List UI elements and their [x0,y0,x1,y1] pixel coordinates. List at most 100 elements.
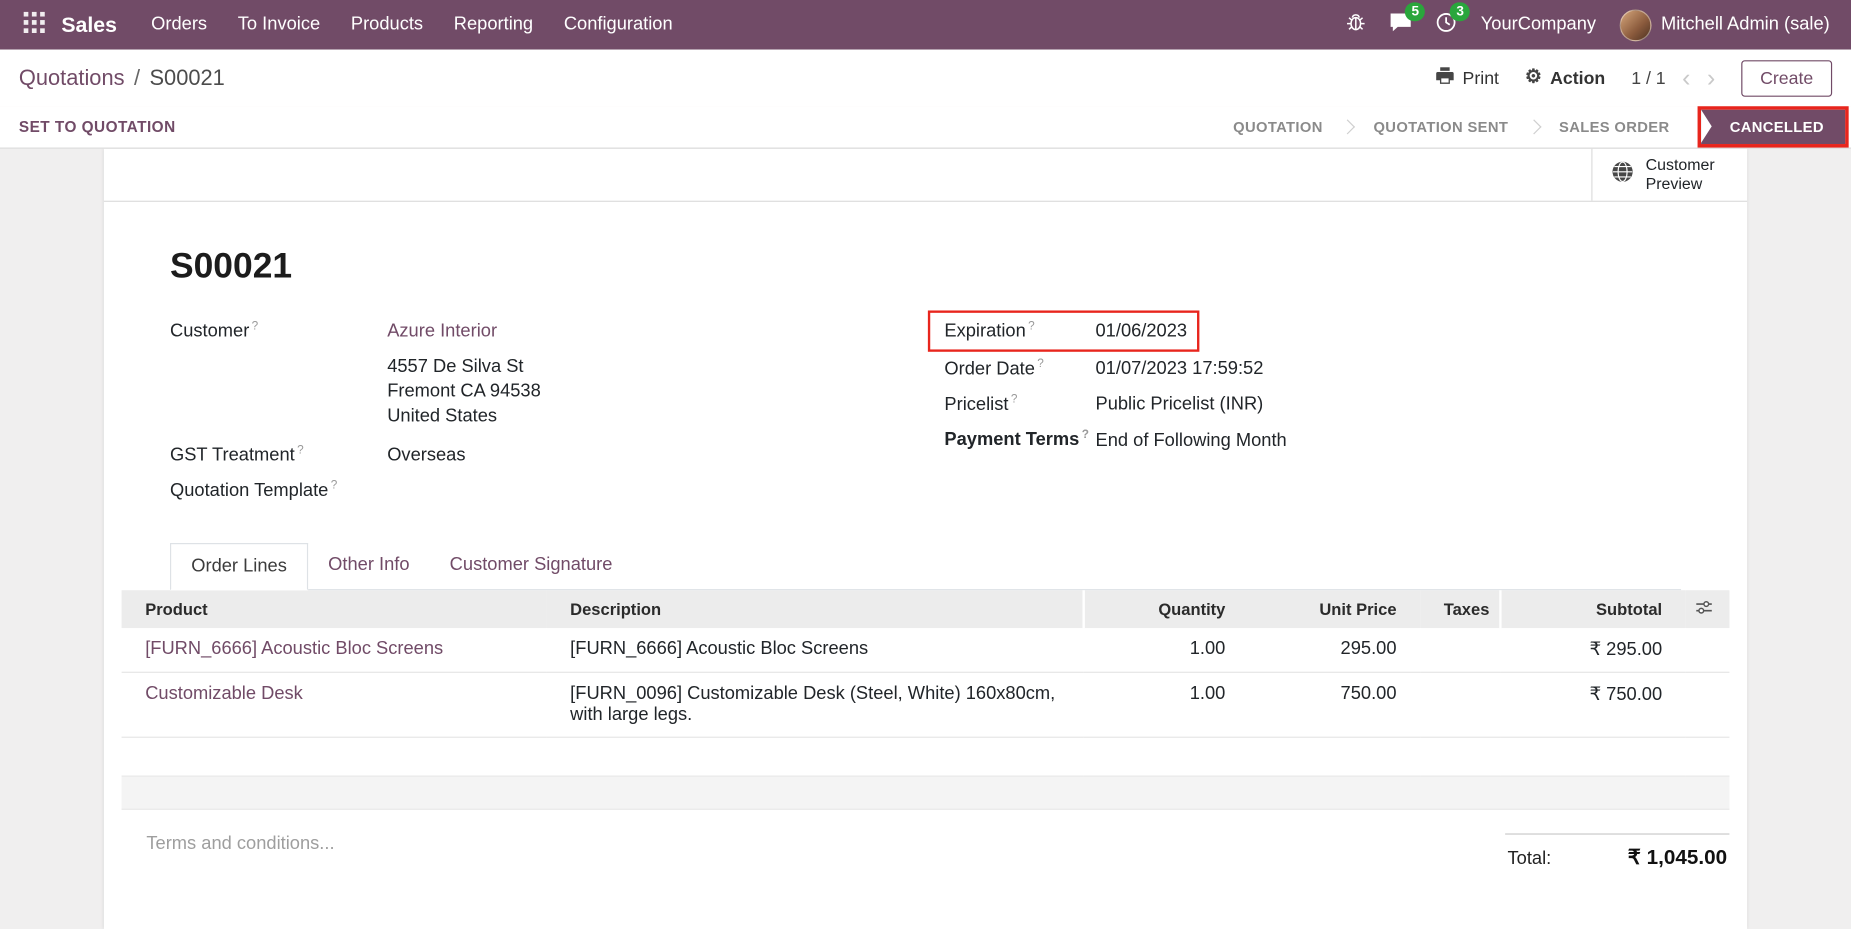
gst-treatment-value: Overseas [387,445,465,466]
activities-badge: 3 [1450,2,1470,21]
menu-to-invoice[interactable]: To Invoice [222,0,335,50]
order-lines-table: Product Description Quantity Unit Price … [122,591,1730,778]
table-header-row: Product Description Quantity Unit Price … [122,591,1730,629]
table-row[interactable]: [FURN_6666] Acoustic Bloc Screens [FURN_… [122,628,1730,672]
optional-columns-button[interactable] [1686,591,1730,629]
pricelist-label: Pricelist? [944,393,1095,416]
table-row[interactable]: Customizable Desk [FURN_0096] Customizab… [122,673,1730,738]
create-button[interactable]: Create [1741,60,1832,97]
pager-value: 1 / 1 [1631,68,1665,88]
menu-reporting[interactable]: Reporting [438,0,548,50]
gst-treatment-field: GST Treatment? Overseas [170,444,866,467]
stage-cancelled[interactable]: CANCELLED [1701,110,1845,144]
field-group-right: Expiration? 01/06/2023 Order Date? 01/07… [944,320,1499,515]
tab-customer-signature[interactable]: Customer Signature [430,543,633,589]
col-subtotal[interactable]: Subtotal [1500,591,1685,629]
cell-description: [FURN_6666] Acoustic Bloc Screens [547,628,1084,672]
menu-configuration[interactable]: Configuration [548,0,688,50]
customer-label: Customer? [170,320,387,343]
cell-unit-price: 295.00 [1249,628,1420,672]
control-panel-right: Print ⚙ Action 1 / 1 ‹ › Create [1435,60,1832,97]
help-marker: ? [331,479,338,492]
help-marker: ? [1028,320,1035,333]
col-taxes[interactable]: Taxes [1420,591,1500,629]
pager-next-icon[interactable]: › [1707,66,1715,91]
debug-button[interactable] [1346,12,1366,38]
customer-preview-label: Customer Preview [1646,156,1729,194]
breadcrumb-separator: / [134,65,140,91]
expiration-label: Expiration? [944,320,1095,343]
viewport: Sales Orders To Invoice Products Reporti… [0,0,1851,929]
terms-field[interactable]: Terms and conditions... [146,834,334,855]
empty-row [122,737,1730,776]
set-to-quotation-button[interactable]: SET TO QUOTATION [19,118,176,136]
total-value: ₹ 1,045.00 [1628,846,1727,871]
stage-sales-order[interactable]: SALES ORDER [1540,119,1688,136]
cell-subtotal: ₹ 750.00 [1500,673,1685,738]
printer-icon [1435,66,1454,90]
payment-terms-value: End of Following Month [1096,430,1287,451]
customer-preview-button[interactable]: Customer Preview [1591,149,1747,201]
expiration-annotation-box: Expiration? 01/06/2023 [928,310,1200,352]
order-date-value: 01/07/2023 17:59:52 [1096,359,1264,380]
field-group-left: Customer? Azure Interior 4557 De Silva S… [170,320,866,515]
sheet-body: S00021 Customer? Azure Interior 4557 De … [104,202,1747,870]
cell-description: [FURN_0096] Customizable Desk (Steel, Wh… [547,673,1084,738]
sheet-top-strip: Customer Preview [104,149,1747,202]
breadcrumb-quotations[interactable]: Quotations [19,65,125,91]
globe-icon [1611,161,1633,189]
total-box: Total: ₹ 1,045.00 [1505,834,1729,871]
content-area: Customer Preview S00021 Customer? Azure … [0,149,1851,929]
print-button[interactable]: Print [1435,66,1499,90]
apps-menu-button[interactable] [14,0,54,50]
address-line: 4557 De Silva St [387,356,866,381]
pager-prev-icon[interactable]: ‹ [1682,66,1690,91]
col-product[interactable]: Product [122,591,547,629]
breadcrumb-current: S00021 [149,65,224,91]
cell-quantity: 1.00 [1084,673,1249,738]
user-menu[interactable]: Mitchell Admin (sale) [1620,9,1830,41]
user-name: Mitchell Admin (sale) [1661,14,1830,35]
notebook-tabs: Order Lines Other Info Customer Signatur… [170,543,1681,590]
avatar [1620,9,1652,41]
cell-taxes [1420,628,1500,672]
stage-quotation[interactable]: QUOTATION [1214,119,1341,136]
field-groups: Customer? Azure Interior 4557 De Silva S… [170,320,1681,515]
product-link[interactable]: Customizable Desk [145,684,303,704]
expiration-value: 01/06/2023 [1096,321,1188,342]
action-label: Action [1550,68,1605,88]
cell-subtotal: ₹ 295.00 [1500,628,1685,672]
stage-quotation-sent[interactable]: QUOTATION SENT [1355,119,1528,136]
stage-list: QUOTATION QUOTATION SENT SALES ORDER CAN… [1214,106,1851,147]
help-marker: ? [1082,429,1089,442]
gst-treatment-label: GST Treatment? [170,444,387,467]
control-panel: Quotations / S00021 Print ⚙ Action 1 / 1… [0,50,1851,107]
address-line: United States [387,405,866,430]
tab-order-lines[interactable]: Order Lines [170,543,308,590]
cell-quantity: 1.00 [1084,628,1249,672]
help-marker: ? [297,444,304,457]
menu-products[interactable]: Products [336,0,439,50]
messages-button[interactable]: 5 [1390,11,1412,38]
form-sheet: Customer Preview S00021 Customer? Azure … [104,149,1747,929]
customer-address: 4557 De Silva St Fremont CA 94538 United… [387,356,866,430]
app-name[interactable]: Sales [61,12,117,37]
activities-button[interactable]: 3 [1436,11,1457,38]
product-link[interactable]: [FURN_6666] Acoustic Bloc Screens [145,639,443,659]
sliders-icon [1695,601,1713,620]
cell-unit-price: 750.00 [1249,673,1420,738]
menu-orders[interactable]: Orders [136,0,223,50]
sheet-footer: Terms and conditions... Total: ₹ 1,045.0… [146,834,1729,871]
quotation-template-label: Quotation Template? [170,479,387,502]
breadcrumb: Quotations / S00021 [19,65,225,91]
action-button[interactable]: ⚙ Action [1525,68,1605,88]
col-unit-price[interactable]: Unit Price [1249,591,1420,629]
tab-other-info[interactable]: Other Info [308,543,430,589]
statusbar: SET TO QUOTATION QUOTATION QUOTATION SEN… [0,106,1851,148]
company-switcher[interactable]: YourCompany [1481,14,1596,35]
customer-value[interactable]: Azure Interior [387,321,497,342]
col-description[interactable]: Description [547,591,1084,629]
bug-icon [1346,12,1366,38]
quotation-template-field[interactable]: Quotation Template? [170,479,866,502]
col-quantity[interactable]: Quantity [1084,591,1249,629]
